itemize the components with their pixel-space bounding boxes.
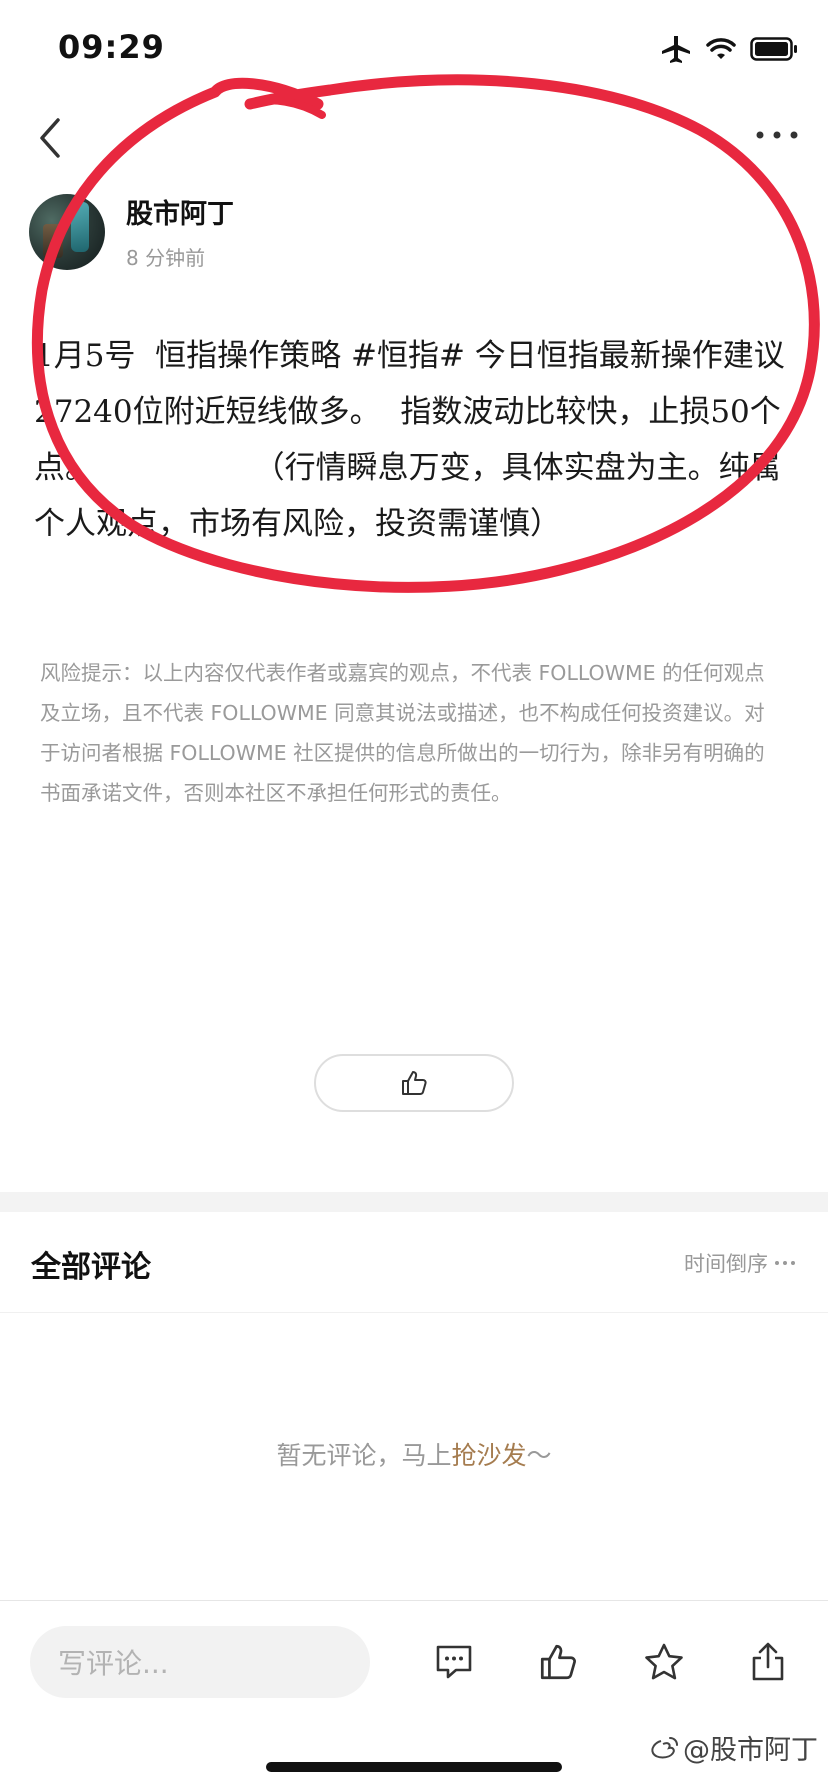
empty-suffix: ～ — [526, 1441, 552, 1470]
chat-bubble-icon — [436, 1645, 472, 1679]
thumbs-up-icon — [402, 1071, 427, 1095]
comment-input[interactable]: 写评论... — [30, 1626, 370, 1698]
chevron-left-icon — [40, 118, 60, 158]
status-bar: 09:29 — [0, 0, 828, 100]
divider — [0, 1312, 828, 1313]
back-button[interactable] — [28, 110, 76, 166]
wifi-icon — [706, 38, 736, 59]
section-divider — [0, 1192, 828, 1212]
post-time: 8 分钟前 — [126, 246, 206, 270]
status-icons — [660, 34, 798, 64]
author-name[interactable]: 股市阿丁 — [126, 192, 234, 231]
status-time: 09:29 — [58, 28, 165, 66]
share-button[interactable] — [740, 1634, 796, 1690]
comment-button[interactable] — [426, 1634, 482, 1690]
watermark-text: @股市阿丁 — [683, 1735, 818, 1766]
sort-label: 时间倒序 — [684, 1252, 768, 1276]
avatar[interactable] — [29, 194, 105, 270]
empty-prefix: 暂无评论，马上 — [276, 1441, 452, 1470]
home-indicator — [266, 1762, 562, 1772]
airplane-icon — [662, 36, 690, 63]
favorite-button[interactable] — [636, 1634, 692, 1690]
star-icon — [645, 1643, 683, 1680]
more-dots-icon — [775, 1261, 795, 1265]
post-body: 1月5号 恒指操作策略 #恒指# 今日恒指最新操作建议 27240位附近短线做多… — [34, 338, 795, 542]
like-button[interactable] — [314, 1054, 514, 1112]
empty-comments-message: 暂无评论，马上抢沙发～ — [0, 1436, 828, 1472]
sort-order-control[interactable]: 时间倒序 — [684, 1248, 796, 1278]
thumbs-up-icon — [540, 1644, 576, 1680]
grab-sofa-link[interactable]: 抢沙发 — [451, 1441, 526, 1470]
more-dots-icon — [756, 131, 798, 139]
like-action-button[interactable] — [530, 1634, 586, 1690]
more-button[interactable] — [752, 120, 802, 150]
watermark: @股市阿丁 — [649, 1728, 818, 1767]
weibo-logo-icon — [651, 1736, 678, 1758]
risk-disclaimer: 风险提示：以上内容仅代表作者或嘉宾的观点，不代表 FOLLOWME 的任何观点及… — [40, 661, 765, 805]
divider — [0, 1600, 828, 1601]
share-icon — [752, 1642, 784, 1681]
comments-title: 全部评论 — [31, 1250, 151, 1285]
battery-icon — [750, 37, 797, 61]
